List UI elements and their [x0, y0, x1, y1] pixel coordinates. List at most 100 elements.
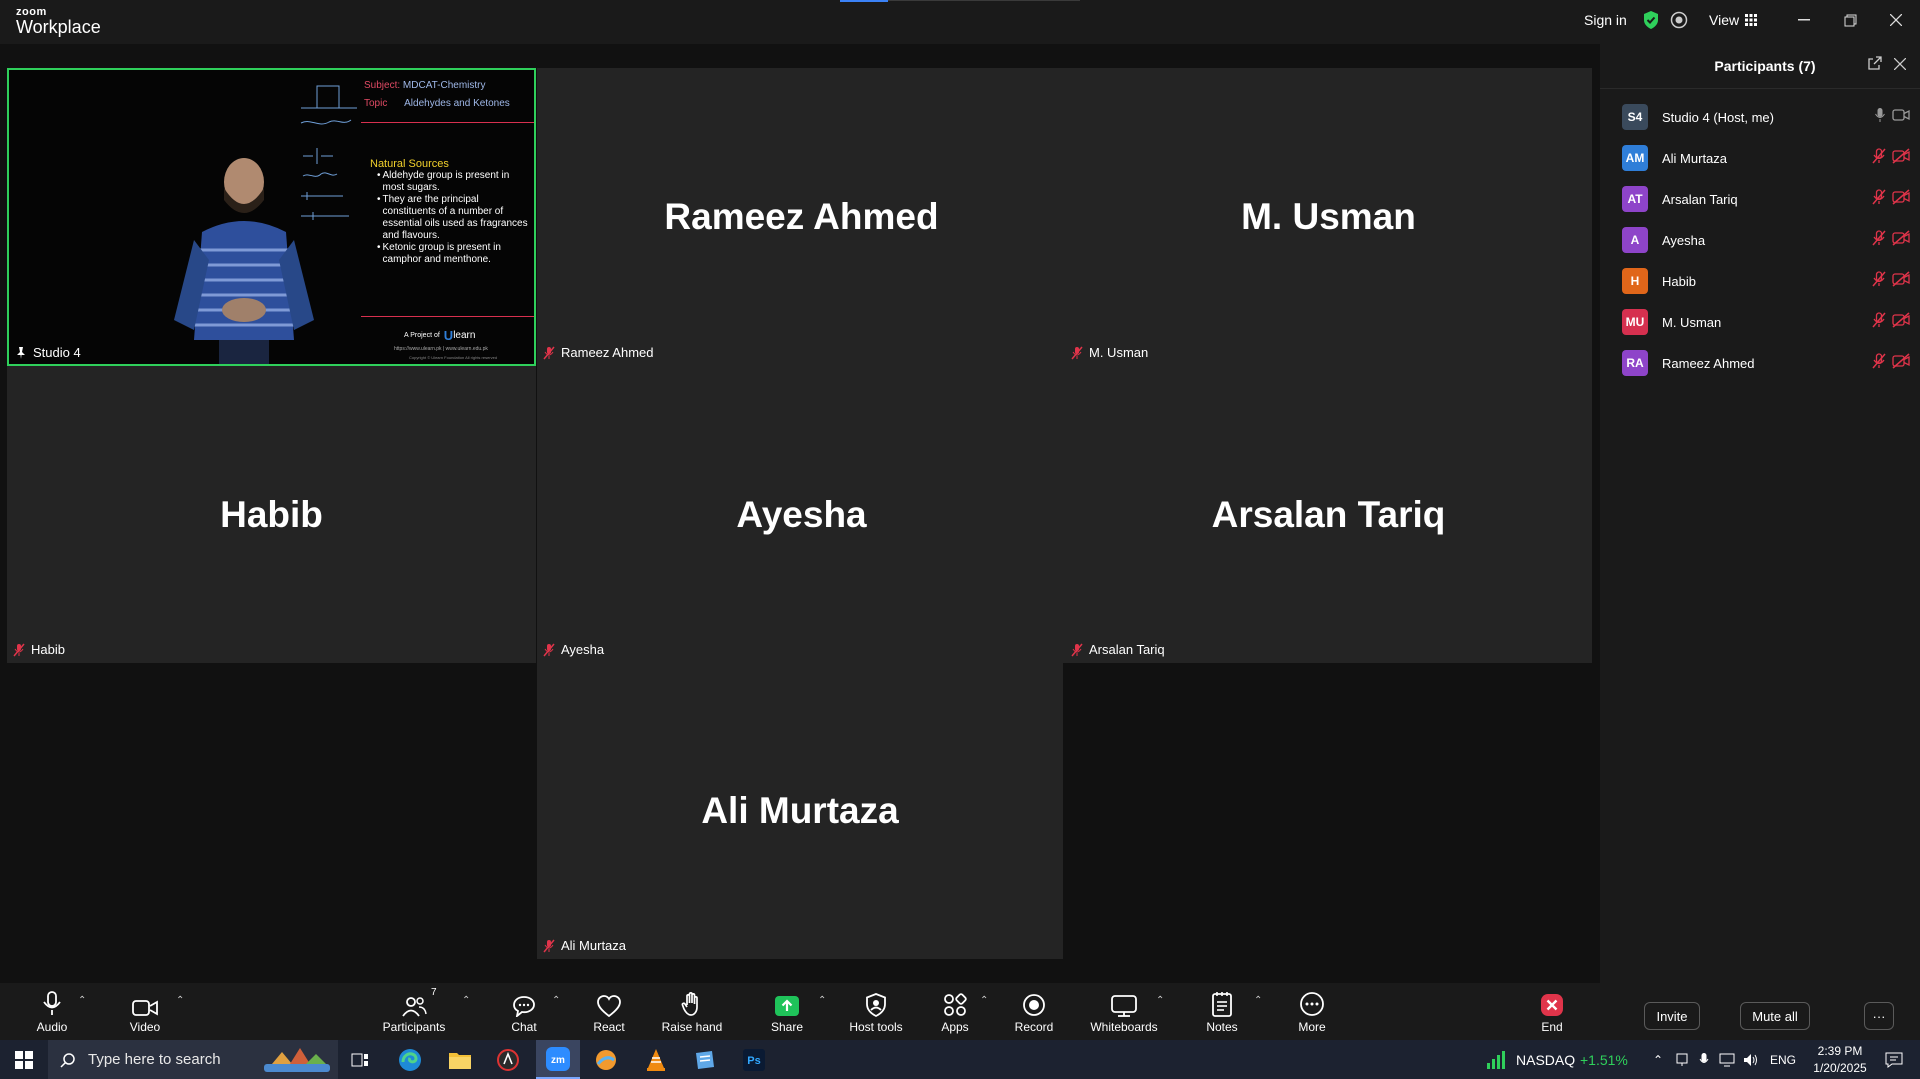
- participant-row[interactable]: MU M. Usman: [1622, 305, 1910, 339]
- sign-in-button[interactable]: Sign in: [1584, 0, 1627, 40]
- photoshop-icon[interactable]: Ps: [734, 1040, 774, 1079]
- mute-all-button[interactable]: Mute all: [1740, 1002, 1810, 1030]
- whiteboards-options-caret[interactable]: ⌃: [1156, 995, 1164, 1006]
- audio-label: Audio: [36, 1020, 68, 1034]
- audio-options-caret[interactable]: ⌃: [78, 995, 86, 1006]
- tray-microphone-icon[interactable]: [1694, 1040, 1714, 1079]
- participants-options-caret[interactable]: ⌃: [462, 995, 470, 1006]
- stock-ticker[interactable]: NASDAQ: [1516, 1052, 1575, 1068]
- record-button[interactable]: Record: [1010, 983, 1058, 1040]
- raise-hand-button[interactable]: Raise hand: [656, 983, 728, 1040]
- mic-muted-icon: [1071, 346, 1083, 359]
- tray-network-icon[interactable]: [1716, 1040, 1738, 1079]
- video-tile-studio4[interactable]: Subject: MDCAT-Chemistry Topic Aldehydes…: [7, 68, 536, 366]
- participants-button[interactable]: 7 Participants: [378, 983, 450, 1040]
- host-tools-button[interactable]: Host tools: [846, 983, 906, 1040]
- participant-name: Ali Murtaza: [1662, 150, 1728, 166]
- zoom-app-icon[interactable]: zm: [536, 1040, 580, 1079]
- meeting-toolbar: Audio ⌃ Video ⌃ 7 Participants ⌃ Chat ⌃ …: [0, 983, 1600, 1040]
- more-button[interactable]: More: [1288, 983, 1336, 1040]
- whiteboard-icon: [1111, 995, 1137, 1017]
- react-button[interactable]: React: [584, 983, 634, 1040]
- mic-muted-icon[interactable]: [1872, 270, 1886, 292]
- tray-device-icon[interactable]: [1672, 1040, 1692, 1079]
- tray-overflow-chevron-icon[interactable]: ⌃: [1648, 1040, 1668, 1079]
- audio-button[interactable]: Audio: [26, 983, 78, 1040]
- title-bar: zoom Workplace Sign in View: [0, 0, 1920, 44]
- whiteboards-button[interactable]: Whiteboards: [1086, 983, 1162, 1040]
- restore-icon[interactable]: [1830, 8, 1870, 32]
- chat-button[interactable]: Chat: [504, 983, 544, 1040]
- video-tile-ali-murtaza[interactable]: Ali Murtaza Ali Murtaza: [537, 663, 1063, 959]
- participant-row[interactable]: RA Rameez Ahmed: [1622, 346, 1910, 380]
- participant-row[interactable]: A Ayesha: [1622, 223, 1910, 257]
- notepad-app-icon[interactable]: [684, 1040, 724, 1079]
- video-tile-ayesha[interactable]: Ayesha Ayesha: [537, 366, 1066, 663]
- mic-muted-icon[interactable]: [1872, 188, 1886, 210]
- taskbar-search-input[interactable]: Type here to search: [48, 1040, 338, 1079]
- video-off-icon[interactable]: [1892, 147, 1910, 169]
- security-shield-icon[interactable]: [1642, 0, 1660, 40]
- edge-browser-icon[interactable]: [390, 1040, 430, 1079]
- notes-icon: [1212, 992, 1232, 1017]
- mic-muted-icon[interactable]: [1872, 147, 1886, 169]
- video-tile-arsalan-tariq[interactable]: Arsalan Tariq Arsalan Tariq: [1065, 366, 1592, 663]
- close-window-icon[interactable]: [1876, 8, 1916, 32]
- tray-date[interactable]: 1/20/2025: [1808, 1061, 1872, 1075]
- video-off-icon[interactable]: [1892, 229, 1910, 251]
- stock-chart-icon[interactable]: [1484, 1040, 1510, 1079]
- video-tile-rameez-ahmed[interactable]: Rameez Ahmed Rameez Ahmed: [537, 68, 1066, 366]
- vlc-player-icon[interactable]: [636, 1040, 676, 1079]
- photos-app-icon[interactable]: [586, 1040, 626, 1079]
- microphone-icon: [43, 991, 61, 1015]
- apps-button[interactable]: Apps: [930, 983, 980, 1040]
- close-panel-icon[interactable]: [1893, 57, 1907, 75]
- video-options-caret[interactable]: ⌃: [176, 995, 184, 1006]
- task-view-icon[interactable]: [340, 1040, 380, 1079]
- video-off-icon[interactable]: [1892, 311, 1910, 333]
- notification-center-icon[interactable]: [1876, 1040, 1912, 1079]
- tray-language[interactable]: ENG: [1770, 1053, 1796, 1067]
- share-label: Share: [770, 1020, 804, 1034]
- share-button[interactable]: Share: [762, 983, 812, 1040]
- end-meeting-button[interactable]: End: [1532, 983, 1572, 1040]
- recording-status-icon[interactable]: [1670, 0, 1688, 40]
- video-off-icon[interactable]: [1892, 352, 1910, 374]
- minimize-icon[interactable]: [1784, 8, 1824, 32]
- notes-options-caret[interactable]: ⌃: [1254, 995, 1262, 1006]
- mic-muted-icon[interactable]: [1872, 229, 1886, 251]
- tray-volume-icon[interactable]: [1740, 1040, 1762, 1079]
- tray-time[interactable]: 2:39 PM: [1812, 1044, 1868, 1058]
- participant-row[interactable]: H Habib: [1622, 264, 1910, 298]
- share-options-caret[interactable]: ⌃: [818, 995, 826, 1006]
- tile-name-tag: Arsalan Tariq: [1071, 642, 1165, 657]
- tile-name-label: Ayesha: [561, 642, 605, 657]
- popout-icon[interactable]: [1868, 56, 1882, 75]
- video-camera-icon[interactable]: [1892, 108, 1910, 127]
- screen-recorder-icon[interactable]: [488, 1040, 528, 1079]
- video-tile-habib[interactable]: Habib Habib: [7, 366, 536, 663]
- stock-change: +1.51%: [1580, 1052, 1628, 1068]
- microphone-icon[interactable]: [1874, 107, 1886, 128]
- participant-row[interactable]: AT Arsalan Tariq: [1622, 182, 1910, 216]
- panel-more-button[interactable]: ···: [1864, 1002, 1894, 1030]
- avatar: S4: [1622, 104, 1648, 130]
- video-button[interactable]: Video: [120, 983, 170, 1040]
- invite-button[interactable]: Invite: [1644, 1002, 1700, 1030]
- apps-options-caret[interactable]: ⌃: [980, 995, 988, 1006]
- slide-subject-label: Subject:: [364, 80, 401, 91]
- video-off-icon[interactable]: [1892, 270, 1910, 292]
- participant-row[interactable]: AM Ali Murtaza: [1622, 141, 1910, 175]
- mic-muted-icon[interactable]: [1872, 311, 1886, 333]
- windows-start-icon[interactable]: [0, 1040, 48, 1079]
- mic-muted-icon[interactable]: [1872, 352, 1886, 374]
- tile-name-tag: M. Usman: [1071, 345, 1148, 360]
- participant-row[interactable]: S4 Studio 4 (Host, me): [1622, 100, 1910, 134]
- notes-button[interactable]: Notes: [1200, 983, 1244, 1040]
- chat-options-caret[interactable]: ⌃: [552, 995, 560, 1006]
- video-off-icon[interactable]: [1892, 188, 1910, 210]
- video-tile-m-usman[interactable]: M. Usman M. Usman: [1065, 68, 1592, 366]
- tile-display-name: Rameez Ahmed: [664, 196, 939, 237]
- file-explorer-icon[interactable]: [440, 1040, 480, 1079]
- view-button[interactable]: View: [1709, 0, 1758, 40]
